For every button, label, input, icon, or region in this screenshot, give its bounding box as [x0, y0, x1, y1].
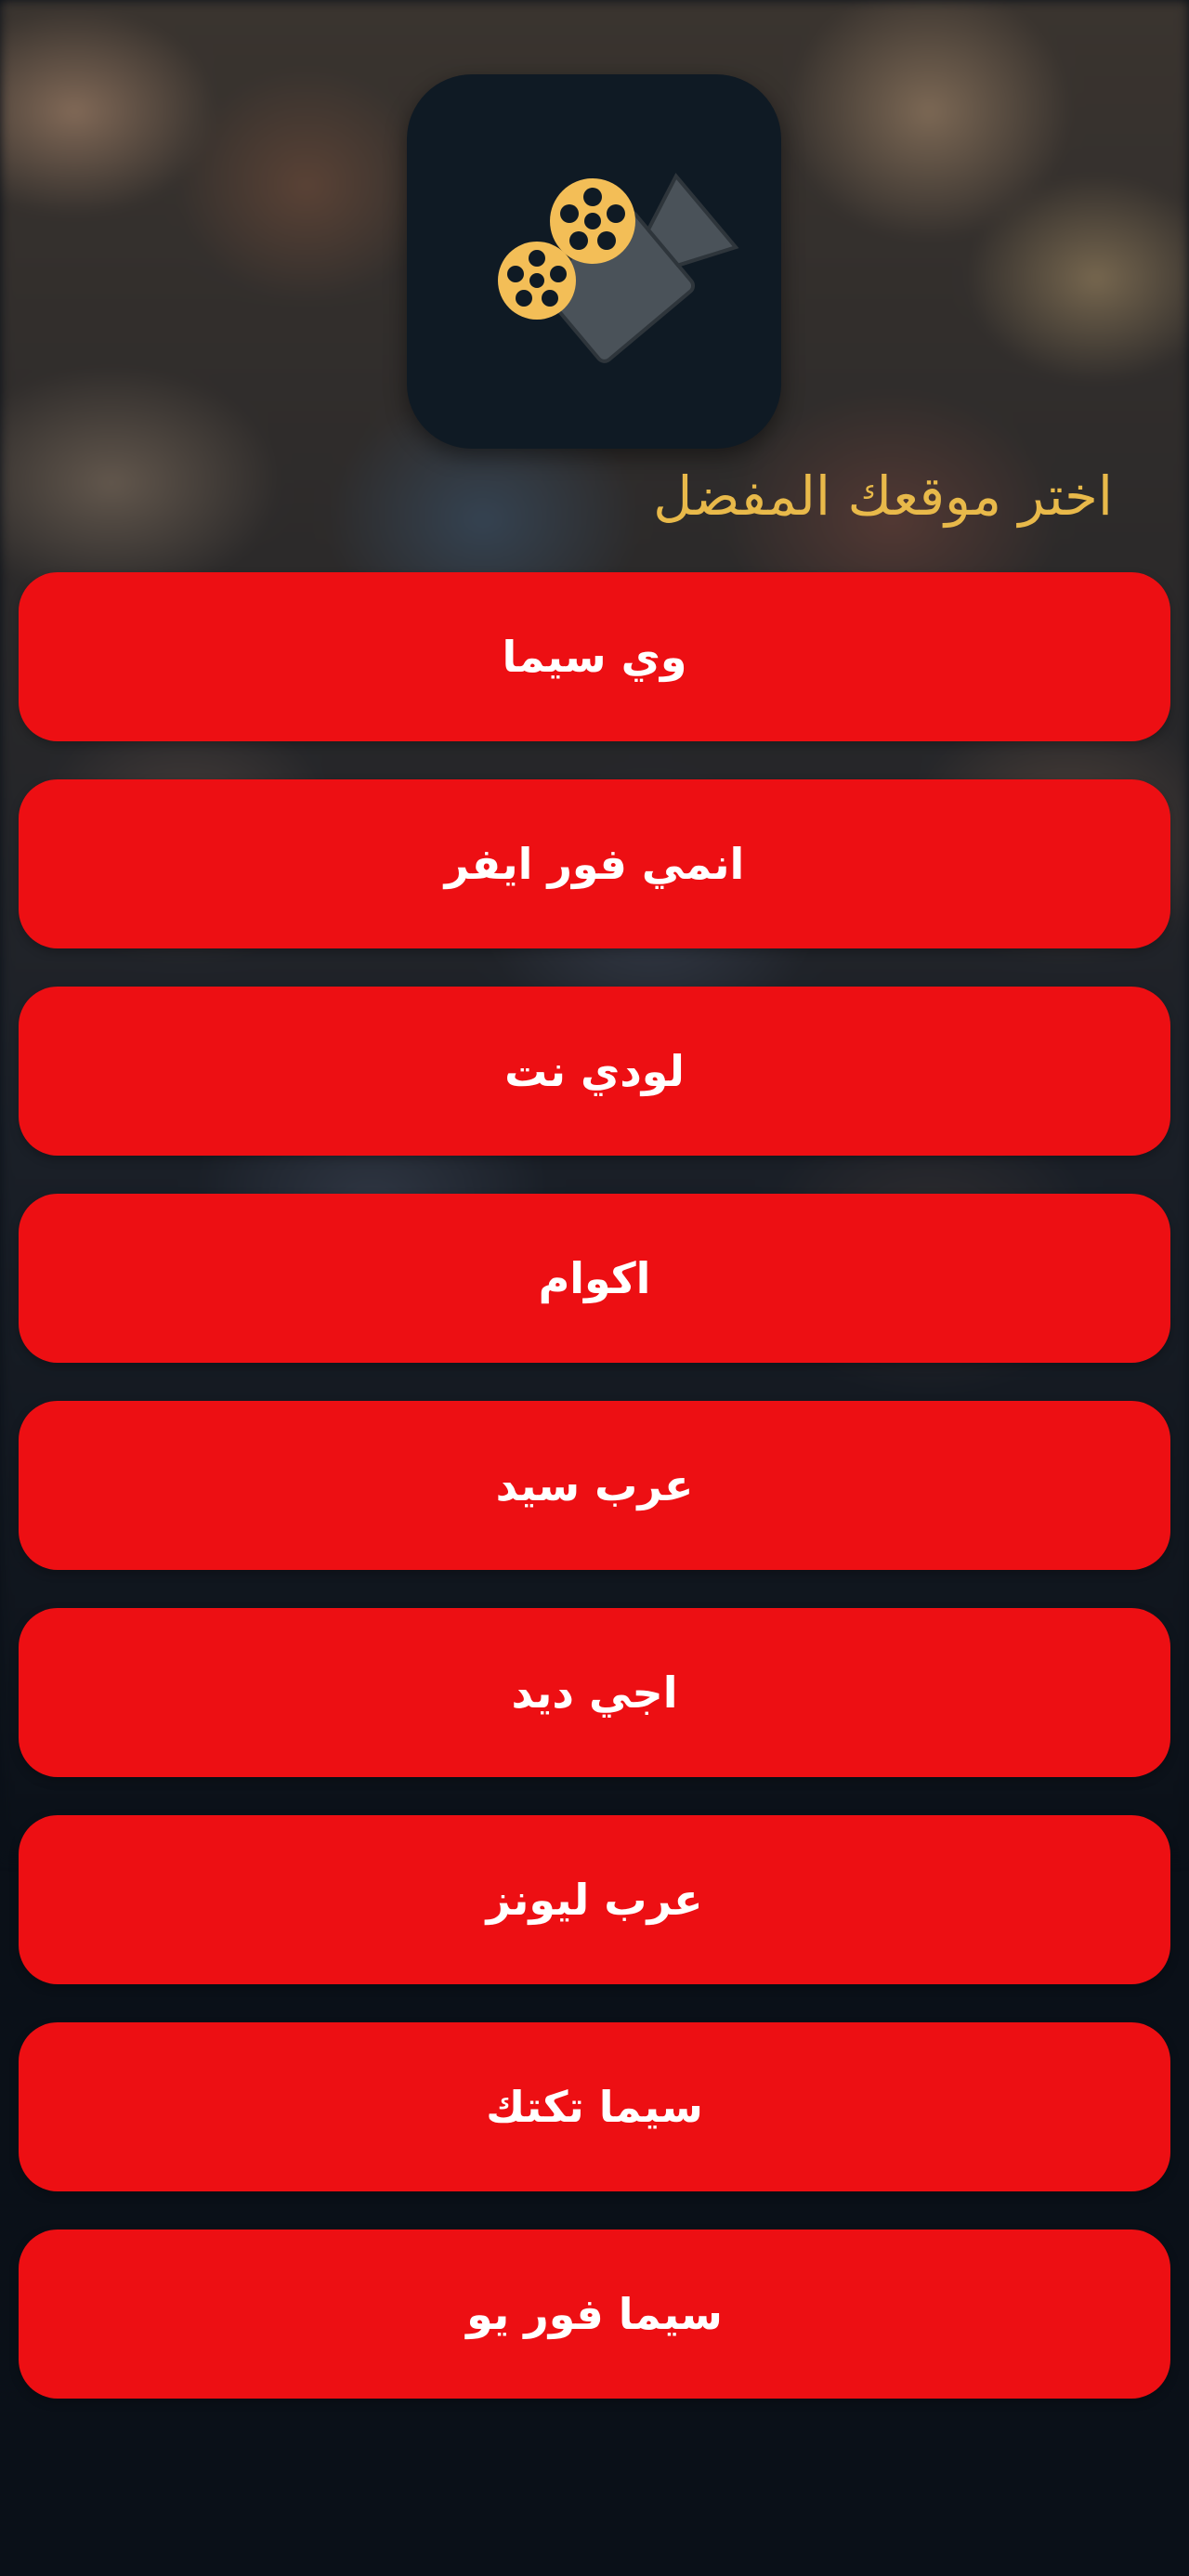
site-button-cimatuktuk[interactable]: سيما تكتك	[19, 2022, 1170, 2191]
site-button-anime4up[interactable]: انمي فور ايفر	[19, 779, 1170, 948]
app-logo	[407, 74, 781, 449]
site-button-lodynet[interactable]: لودي نت	[19, 987, 1170, 1156]
site-button-cima4u[interactable]: سيما فور يو	[19, 2229, 1170, 2399]
site-button-arabseed[interactable]: عرب سيد	[19, 1401, 1170, 1570]
page-title: اختر موقعك المفضل	[653, 464, 1113, 528]
site-button-wecima[interactable]: وي سيما	[19, 572, 1170, 741]
site-button-akwam[interactable]: اكوام	[19, 1194, 1170, 1363]
site-button-arablionz[interactable]: عرب ليونز	[19, 1815, 1170, 1984]
film-camera-icon	[498, 172, 739, 363]
site-button-egydead[interactable]: اجي ديد	[19, 1608, 1170, 1777]
